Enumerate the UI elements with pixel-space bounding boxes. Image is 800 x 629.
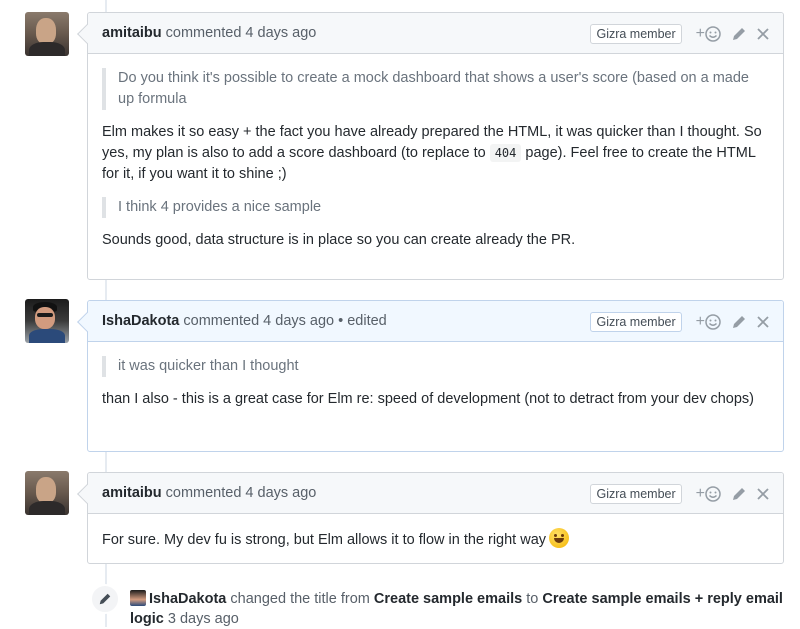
comment-meta[interactable]: commented 4 days ago <box>166 25 317 41</box>
pencil-icon <box>733 315 745 328</box>
event-text: IshaDakota changed the title from Create… <box>130 590 783 627</box>
avatar-amitaibu[interactable] <box>25 471 69 515</box>
event-time[interactable]: 3 days ago <box>168 611 239 627</box>
avatar-amitaibu[interactable] <box>25 12 69 56</box>
comment-header: IshaDakota commented 4 days ago • edited… <box>88 301 783 342</box>
inline-code: 404 <box>489 144 522 162</box>
edit-button[interactable] <box>731 26 747 42</box>
paragraph: For sure. My dev fu is strong, but Elm a… <box>102 528 769 551</box>
event-actor-avatar[interactable] <box>130 590 146 606</box>
edit-button[interactable] <box>731 314 747 330</box>
delete-button[interactable] <box>757 315 769 328</box>
comment-body: Do you think it's possible to create a m… <box>88 54 783 263</box>
old-title: Create sample emails <box>373 591 523 607</box>
smiley-icon <box>705 25 721 42</box>
close-icon <box>757 315 769 328</box>
event-badge <box>90 584 120 614</box>
paragraph: Elm makes it so easy + the fact you have… <box>102 124 762 182</box>
member-badge: Gizra member <box>590 483 682 504</box>
comment-author[interactable]: amitaibu <box>102 25 162 41</box>
close-icon <box>757 487 769 500</box>
title-change-event: IshaDakota changed the title from Create… <box>90 584 790 629</box>
close-icon <box>757 27 769 40</box>
pencil-icon <box>99 593 111 605</box>
comment-1: amitaibu commented 4 days ago Gizra memb… <box>77 12 784 280</box>
add-reaction-button[interactable]: + <box>696 313 721 330</box>
comment-meta[interactable]: commented 4 days ago <box>166 485 317 501</box>
quote: Do you think it's possible to create a m… <box>102 68 769 110</box>
pencil-icon <box>733 487 745 500</box>
add-reaction-button[interactable]: + <box>696 485 721 502</box>
add-reaction-button[interactable]: + <box>696 25 721 42</box>
smiley-icon <box>705 485 721 502</box>
comment-body: For sure. My dev fu is strong, but Elm a… <box>88 514 783 563</box>
comment-author[interactable]: IshaDakota <box>102 313 179 329</box>
quote: it was quicker than I thought <box>102 356 769 377</box>
smiley-icon <box>705 313 721 330</box>
delete-button[interactable] <box>757 487 769 500</box>
comment-header: amitaibu commented 4 days ago Gizra memb… <box>88 473 783 514</box>
comment-meta[interactable]: commented 4 days ago • edited <box>183 313 386 329</box>
paragraph: than I also - this is a great case for E… <box>102 391 755 407</box>
comment-body: it was quicker than I thought than I als… <box>88 342 783 422</box>
edit-button[interactable] <box>731 486 747 502</box>
member-badge: Gizra member <box>590 311 682 332</box>
member-badge: Gizra member <box>590 23 682 44</box>
comment-2: IshaDakota commented 4 days ago • edited… <box>77 300 784 452</box>
paragraph: Sounds good, data structure is in place … <box>102 232 576 248</box>
comment-header: amitaibu commented 4 days ago Gizra memb… <box>88 13 783 54</box>
comment-author[interactable]: amitaibu <box>102 485 162 501</box>
pencil-icon <box>733 27 745 40</box>
comment-3: amitaibu commented 4 days ago Gizra memb… <box>77 472 784 564</box>
smile-emoji-icon <box>549 528 570 548</box>
event-actor[interactable]: IshaDakota <box>149 591 226 607</box>
delete-button[interactable] <box>757 27 769 40</box>
avatar-ishadakota[interactable] <box>25 299 69 343</box>
quote: I think 4 provides a nice sample <box>102 197 769 218</box>
